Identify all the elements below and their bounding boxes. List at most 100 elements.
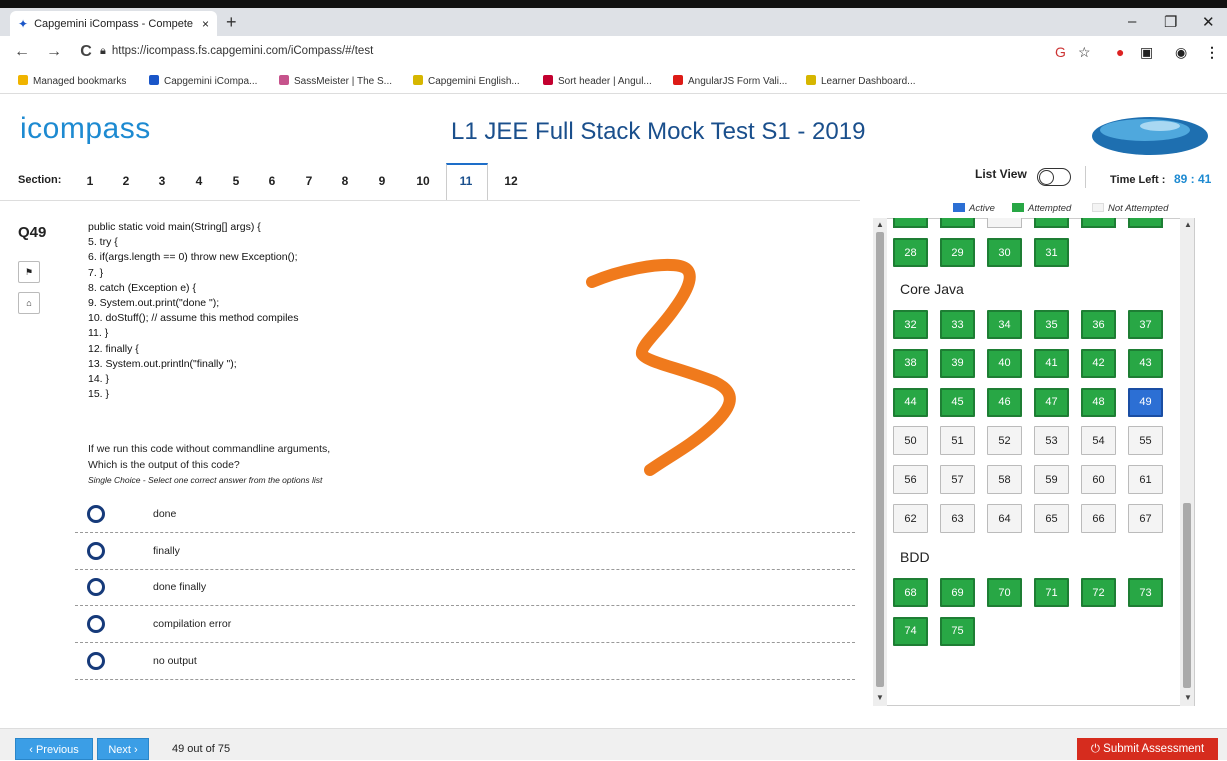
palette-question-35[interactable]: 35 bbox=[1034, 310, 1069, 339]
answer-option[interactable]: done finally bbox=[75, 569, 855, 606]
section-tab-3[interactable]: 3 bbox=[152, 174, 172, 188]
palette-scrollbar-left[interactable] bbox=[873, 218, 887, 706]
palette-scrollbar-right[interactable] bbox=[1180, 218, 1194, 706]
maximize-button[interactable]: ❐ bbox=[1164, 13, 1177, 31]
palette-question-67[interactable]: 67 bbox=[1128, 504, 1163, 533]
palette-question-74[interactable]: 74 bbox=[893, 616, 928, 646]
list-view-toggle[interactable] bbox=[1037, 168, 1071, 186]
section-tab-8[interactable]: 8 bbox=[335, 174, 355, 188]
palette-question-57[interactable]: 57 bbox=[940, 465, 975, 495]
palette-question-34[interactable]: 34 bbox=[987, 310, 1022, 339]
previous-button[interactable]: ‹ Previous bbox=[15, 738, 93, 760]
new-tab-button[interactable]: + bbox=[226, 12, 237, 33]
palette-question-42[interactable]: 42 bbox=[1081, 348, 1116, 378]
palette-question-49[interactable]: 49 bbox=[1128, 387, 1163, 417]
palette-question-32[interactable]: 32 bbox=[893, 310, 928, 339]
section-tab-10[interactable]: 10 bbox=[413, 174, 433, 188]
palette-question-39[interactable]: 39 bbox=[940, 348, 975, 378]
answer-option[interactable]: done bbox=[75, 496, 855, 533]
palette-question-60[interactable]: 60 bbox=[1081, 465, 1116, 495]
section-tab-12[interactable]: 12 bbox=[501, 174, 521, 188]
scroll-thumb[interactable] bbox=[876, 232, 884, 687]
palette-question-31[interactable]: 31 bbox=[1034, 238, 1069, 267]
submit-assessment-button[interactable]: ⏻ Submit Assessment bbox=[1077, 738, 1218, 760]
palette-question-47[interactable]: 47 bbox=[1034, 387, 1069, 417]
section-tab-9[interactable]: 9 bbox=[372, 174, 392, 188]
palette-question-37[interactable]: 37 bbox=[1128, 310, 1163, 339]
palette-question-38[interactable]: 38 bbox=[893, 348, 928, 378]
bookmark-item[interactable]: Capgemini iCompa... bbox=[149, 75, 257, 87]
scroll-down-icon[interactable]: ▼ bbox=[1184, 693, 1192, 702]
palette-question-44[interactable]: 44 bbox=[893, 387, 928, 417]
palette-question-46[interactable]: 46 bbox=[987, 387, 1022, 417]
menu-icon[interactable]: ⋮ bbox=[1205, 44, 1219, 61]
palette-question-56[interactable]: 56 bbox=[893, 465, 928, 495]
palette-question-45[interactable]: 45 bbox=[940, 387, 975, 417]
bookmark-item[interactable]: SassMeister | The S... bbox=[279, 75, 392, 87]
palette-question-59[interactable]: 59 bbox=[1034, 465, 1069, 495]
flag-icon[interactable]: ⚑ bbox=[18, 261, 40, 283]
section-tab-5[interactable]: 5 bbox=[226, 174, 246, 188]
palette-question-61[interactable]: 61 bbox=[1128, 465, 1163, 495]
palette-question-62[interactable]: 62 bbox=[893, 504, 928, 533]
back-button[interactable]: ← bbox=[12, 43, 32, 61]
scroll-down-icon[interactable]: ▼ bbox=[876, 693, 884, 702]
section-tab-1[interactable]: 1 bbox=[80, 174, 100, 188]
scroll-up-icon[interactable]: ▲ bbox=[876, 220, 884, 229]
palette-question-28[interactable]: 28 bbox=[893, 238, 928, 267]
palette-question-69[interactable]: 69 bbox=[940, 578, 975, 607]
palette-question-33[interactable]: 33 bbox=[940, 310, 975, 339]
reload-button[interactable]: C bbox=[76, 43, 96, 61]
bookmark-item[interactable]: Capgemini English... bbox=[413, 75, 520, 87]
section-tab-7[interactable]: 7 bbox=[299, 174, 319, 188]
palette-question-73[interactable]: 73 bbox=[1128, 578, 1163, 607]
palette-question-72[interactable]: 72 bbox=[1081, 578, 1116, 607]
palette-question-68[interactable]: 68 bbox=[893, 578, 928, 607]
browser-tab[interactable]: ✦ Capgemini iCompass - Compete × bbox=[10, 11, 217, 36]
section-tab-6[interactable]: 6 bbox=[262, 174, 282, 188]
section-tab-4[interactable]: 4 bbox=[189, 174, 209, 188]
palette-question-51[interactable]: 51 bbox=[940, 426, 975, 456]
palette-question-64[interactable]: 64 bbox=[987, 504, 1022, 533]
bookmark-item[interactable]: Learner Dashboard... bbox=[806, 75, 916, 87]
palette-question-36[interactable]: 36 bbox=[1081, 310, 1116, 339]
palette-question-55[interactable]: 55 bbox=[1128, 426, 1163, 456]
palette-question-29[interactable]: 29 bbox=[940, 238, 975, 267]
palette-question-71[interactable]: 71 bbox=[1034, 578, 1069, 607]
palette-question-66[interactable]: 66 bbox=[1081, 504, 1116, 533]
palette-question-53[interactable]: 53 bbox=[1034, 426, 1069, 456]
extension-red-icon[interactable]: ● bbox=[1116, 44, 1124, 60]
section-tab-11[interactable]: 11 bbox=[456, 174, 476, 188]
close-window-button[interactable]: ✕ bbox=[1202, 13, 1215, 31]
minimize-button[interactable]: – bbox=[1128, 13, 1136, 30]
radio-button[interactable] bbox=[87, 542, 105, 560]
bookmark-item[interactable]: Sort header | Angul... bbox=[543, 75, 652, 87]
radio-button[interactable] bbox=[87, 505, 105, 523]
scroll-up-icon[interactable]: ▲ bbox=[1184, 220, 1192, 229]
tab-close-icon[interactable]: × bbox=[202, 17, 209, 31]
bookmark-item[interactable]: Managed bookmarks bbox=[18, 75, 126, 87]
answer-option[interactable]: finally bbox=[75, 533, 855, 570]
answer-option[interactable]: no output bbox=[75, 643, 855, 680]
extension-save-icon[interactable]: ▣ bbox=[1140, 44, 1153, 61]
palette-question-43[interactable]: 43 bbox=[1128, 348, 1163, 378]
palette-question-58[interactable]: 58 bbox=[987, 465, 1022, 495]
google-translate-icon[interactable]: G bbox=[1055, 44, 1066, 60]
section-tab-2[interactable]: 2 bbox=[116, 174, 136, 188]
palette-question-30[interactable]: 30 bbox=[987, 238, 1022, 267]
radio-button[interactable] bbox=[87, 578, 105, 596]
palette-question-40[interactable]: 40 bbox=[987, 348, 1022, 378]
url-field[interactable]: 🔒︎ https://icompass.fs.capgemini.com/iCom… bbox=[100, 45, 373, 58]
palette-question-54[interactable]: 54 bbox=[1081, 426, 1116, 456]
answer-option[interactable]: compilation error bbox=[75, 606, 855, 643]
palette-question-48[interactable]: 48 bbox=[1081, 387, 1116, 417]
next-button[interactable]: Next › bbox=[97, 738, 149, 760]
bookmark-item[interactable]: AngularJS Form Vali... bbox=[673, 75, 787, 87]
palette-question-75[interactable]: 75 bbox=[940, 616, 975, 646]
forward-button[interactable]: → bbox=[44, 43, 64, 61]
profile-icon[interactable]: ◉ bbox=[1175, 44, 1187, 61]
palette-question-50[interactable]: 50 bbox=[893, 426, 928, 456]
scroll-thumb[interactable] bbox=[1183, 503, 1191, 688]
radio-button[interactable] bbox=[87, 615, 105, 633]
palette-question-70[interactable]: 70 bbox=[987, 578, 1022, 607]
